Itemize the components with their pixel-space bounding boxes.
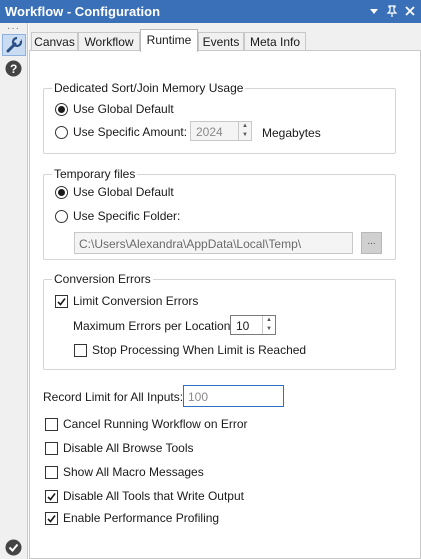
record-limit-input[interactable]: 100 [183,385,284,407]
limit-conversion-errors-checkbox[interactable] [55,294,68,308]
memory-amount-arrows[interactable]: ▲ ▼ [238,122,251,140]
window-title: Workflow - Configuration [5,4,161,19]
temp-specific-label: Use Specific Folder: [73,209,181,223]
performance-profiling-label: Enable Performance Profiling [63,511,220,525]
checkmark-icon [47,492,56,501]
stop-processing-checkbox[interactable] [74,343,87,357]
tab-workflow[interactable]: Workflow [78,32,140,51]
max-errors-stepper[interactable]: 10 ▲ ▼ [230,315,276,335]
memory-unit-label: Megabytes [262,126,321,140]
stop-processing-label: Stop Processing When Limit is Reached [92,343,307,357]
pin-icon[interactable] [385,4,399,18]
checkmark-icon [47,514,56,523]
max-errors-label: Maximum Errors per Location: [73,319,234,333]
temp-group-label: Temporary files [52,167,138,181]
memory-group-label: Dedicated Sort/Join Memory Usage [52,81,246,95]
memory-specific-radio[interactable] [55,125,68,139]
memory-usage-group: Dedicated Sort/Join Memory Usage Use Glo… [43,81,396,154]
wrench-icon[interactable] [2,34,26,56]
cancel-on-error-option[interactable]: Cancel Running Workflow on Error [45,416,248,432]
temp-global-radio[interactable] [55,185,68,199]
tab-canvas[interactable]: Canvas [31,32,78,51]
side-toolbar: ··· ? [0,23,28,559]
spin-up-icon[interactable]: ▲ [263,316,275,325]
spin-down-icon[interactable]: ▼ [263,325,275,334]
max-errors-arrows[interactable]: ▲ ▼ [262,316,275,334]
tab-events[interactable]: Events [198,32,244,51]
tab-runtime[interactable]: Runtime [140,29,198,52]
max-errors-value: 10 [236,319,250,333]
checkmark-icon[interactable] [5,539,22,559]
record-limit-value: 100 [188,390,209,404]
memory-global-radio[interactable] [55,102,68,116]
grip-icon[interactable]: ··· [7,24,20,34]
memory-amount-value: 2024 [196,125,223,139]
show-macro-messages-option[interactable]: Show All Macro Messages [45,464,204,480]
memory-amount-stepper[interactable]: 2024 ▲ ▼ [190,121,252,141]
browse-folder-button[interactable]: ... [361,232,382,254]
title-bar: Workflow - Configuration [0,0,421,23]
disable-browse-checkbox[interactable] [45,441,58,455]
disable-output-tools-checkbox[interactable] [45,489,58,503]
cancel-on-error-label: Cancel Running Workflow on Error [63,417,248,431]
spin-down-icon[interactable]: ▼ [239,131,251,140]
temp-specific-radio[interactable] [55,209,68,223]
close-icon[interactable] [403,4,417,18]
limit-conversion-errors-option[interactable]: Limit Conversion Errors [55,293,198,309]
dropdown-arrow-icon[interactable] [367,4,381,18]
memory-global-label: Use Global Default [73,102,174,116]
configuration-content: Canvas Workflow Runtime Events Meta Info… [29,23,421,559]
memory-specific-option[interactable]: Use Specific Amount: [55,124,187,140]
temp-global-label: Use Global Default [73,185,174,199]
show-macro-messages-label: Show All Macro Messages [63,465,204,479]
performance-profiling-checkbox[interactable] [45,511,58,525]
conversion-errors-group: Conversion Errors Limit Conversion Error… [43,272,396,370]
disable-browse-label: Disable All Browse Tools [63,441,194,455]
svg-text:?: ? [10,62,17,76]
tab-bar: Canvas Workflow Runtime Events Meta Info [29,29,421,52]
disable-browse-option[interactable]: Disable All Browse Tools [45,440,194,456]
memory-global-default-option[interactable]: Use Global Default [55,101,174,117]
memory-specific-label: Use Specific Amount: [73,125,188,139]
disable-output-tools-label: Disable All Tools that Write Output [63,489,244,503]
performance-profiling-option[interactable]: Enable Performance Profiling [45,510,219,526]
checkmark-icon [57,297,66,306]
show-macro-messages-checkbox[interactable] [45,465,58,479]
stop-processing-option[interactable]: Stop Processing When Limit is Reached [74,342,306,358]
limit-conversion-errors-label: Limit Conversion Errors [73,294,199,308]
temp-global-default-option[interactable]: Use Global Default [55,184,174,200]
tab-meta-info[interactable]: Meta Info [244,32,306,51]
temporary-files-group: Temporary files Use Global Default Use S… [43,167,396,260]
runtime-panel: Dedicated Sort/Join Memory Usage Use Glo… [29,50,421,559]
help-icon[interactable]: ? [5,60,22,80]
record-limit-label: Record Limit for All Inputs: [43,390,184,404]
disable-output-tools-option[interactable]: Disable All Tools that Write Output [45,488,244,504]
temp-folder-value: C:\Users\Alexandra\AppData\Local\Temp\ [79,237,302,251]
conversion-group-label: Conversion Errors [52,272,153,286]
temp-specific-option[interactable]: Use Specific Folder: [55,208,180,224]
spin-up-icon[interactable]: ▲ [239,122,251,131]
cancel-on-error-checkbox[interactable] [45,417,58,431]
temp-folder-input[interactable]: C:\Users\Alexandra\AppData\Local\Temp\ [74,232,353,254]
